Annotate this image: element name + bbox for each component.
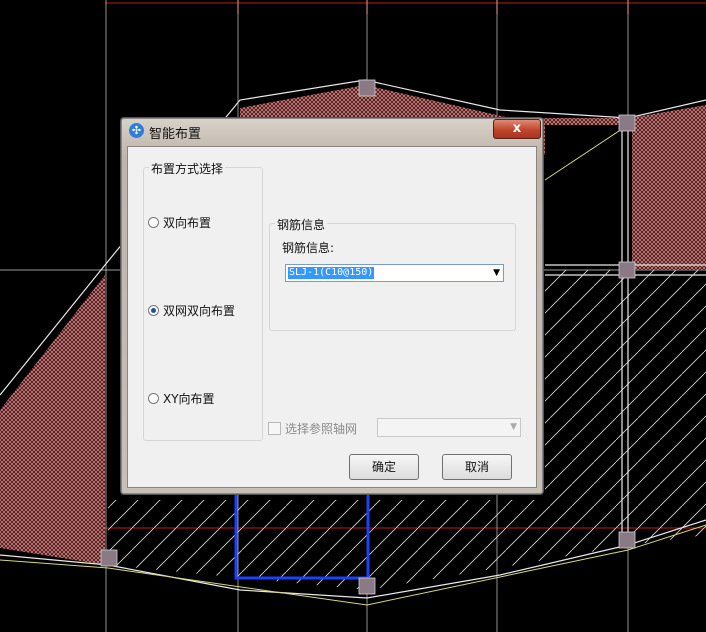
smart-layout-dialog: ✣ 智能布置 x 布置方式选择 双向布置 双网双向布置 XY向布置 钢筋信息 钢… <box>120 117 544 495</box>
dropdown-arrow-icon[interactable]: ▼ <box>493 268 500 278</box>
reference-axis-checkbox[interactable]: 选择参照轴网 <box>268 420 357 437</box>
radio-bidirectional[interactable]: 双向布置 <box>148 214 211 231</box>
radio-double-mesh-circle[interactable] <box>148 305 159 316</box>
radio-double-mesh-bidirectional[interactable]: 双网双向布置 <box>148 302 235 319</box>
rebar-info-value: SLJ-1(C10@150) <box>288 267 375 279</box>
reference-axis-checkbox-box[interactable] <box>268 422 281 435</box>
radio-xy-circle[interactable] <box>148 393 159 404</box>
radio-double-mesh-label: 双网双向布置 <box>163 304 236 318</box>
reference-axis-dropdown[interactable]: ▼ <box>377 418 521 437</box>
rebar-info-label: 钢筋信息: <box>282 241 335 255</box>
close-button[interactable]: x <box>493 119 541 139</box>
rebar-info-dropdown[interactable]: SLJ-1(C10@150) ▼ <box>285 264 504 282</box>
cancel-button[interactable]: 取消 <box>442 454 512 480</box>
dialog-body: 布置方式选择 双向布置 双网双向布置 XY向布置 钢筋信息 钢筋信息: SLJ-… <box>127 146 537 488</box>
ok-button[interactable]: 确定 <box>349 454 419 480</box>
reference-axis-label: 选择参照轴网 <box>285 422 358 436</box>
radio-xy[interactable]: XY向布置 <box>148 390 215 407</box>
radio-bidirectional-label: 双向布置 <box>163 216 212 230</box>
app-icon: ✣ <box>129 123 144 138</box>
dialog-titlebar[interactable]: ✣ 智能布置 x <box>121 118 543 144</box>
rebar-info-caption: 钢筋信息 <box>275 216 328 233</box>
layout-method-caption: 布置方式选择 <box>149 160 226 177</box>
dialog-title: 智能布置 <box>149 127 202 142</box>
reference-axis-arrow-icon[interactable]: ▼ <box>510 422 517 432</box>
radio-bidirectional-circle[interactable] <box>148 217 159 228</box>
radio-xy-label: XY向布置 <box>163 392 215 406</box>
